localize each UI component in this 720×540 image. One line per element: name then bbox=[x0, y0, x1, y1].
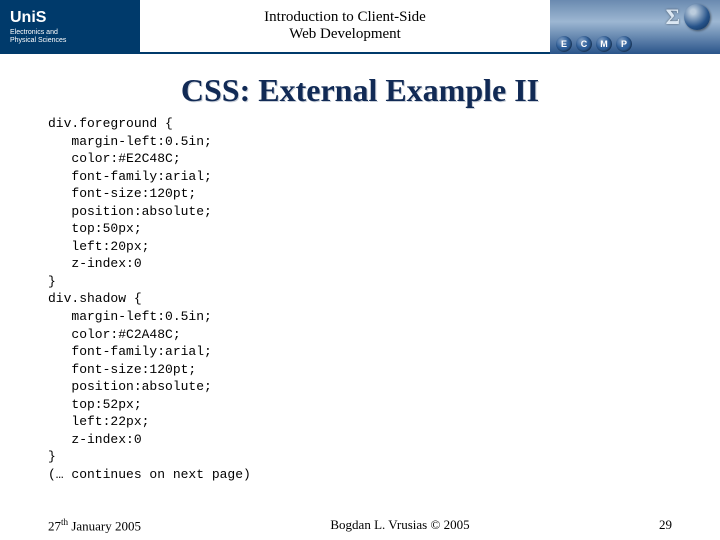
dept-line2: Physical Sciences bbox=[10, 37, 66, 44]
code-line: } bbox=[48, 449, 56, 464]
code-line: top:50px; bbox=[48, 221, 142, 236]
code-line: color:#C2A48C; bbox=[48, 327, 181, 342]
footer-date: 27th January 2005 bbox=[48, 517, 141, 534]
code-line: color:#E2C48C; bbox=[48, 151, 181, 166]
code-line: font-family:arial; bbox=[48, 169, 212, 184]
badge-c: C bbox=[576, 36, 592, 52]
decorative-header-right: E C M P bbox=[550, 0, 720, 54]
course-title-block: Introduction to Client-Side Web Developm… bbox=[140, 0, 550, 54]
dept-line1: Electronics and bbox=[10, 29, 58, 36]
footer-date-day: 27 bbox=[48, 518, 61, 533]
code-line: (… continues on next page) bbox=[48, 467, 251, 482]
code-line: div.foreground { bbox=[48, 116, 173, 131]
code-line: top:52px; bbox=[48, 397, 142, 412]
code-line: font-size:120pt; bbox=[48, 186, 196, 201]
badge-p: P bbox=[616, 36, 632, 52]
code-line: div.shadow { bbox=[48, 291, 142, 306]
code-line: left:20px; bbox=[48, 239, 149, 254]
department-name: Electronics and Physical Sciences bbox=[10, 29, 140, 44]
slide-header: UniS Electronics and Physical Sciences I… bbox=[0, 0, 720, 54]
code-line: z-index:0 bbox=[48, 432, 142, 447]
code-line: left:22px; bbox=[48, 414, 149, 429]
brand-logo-text: UniS bbox=[10, 9, 140, 27]
code-line: font-size:120pt; bbox=[48, 362, 196, 377]
code-line: position:absolute; bbox=[48, 204, 212, 219]
code-line: } bbox=[48, 274, 56, 289]
code-line: margin-left:0.5in; bbox=[48, 309, 212, 324]
badge-m: M bbox=[596, 36, 612, 52]
code-line: position:absolute; bbox=[48, 379, 212, 394]
footer-page-number: 29 bbox=[659, 517, 672, 534]
brand-block: UniS Electronics and Physical Sciences bbox=[0, 0, 140, 54]
code-line: margin-left:0.5in; bbox=[48, 134, 212, 149]
badge-row: E C M P bbox=[556, 36, 632, 52]
footer-author: Bogdan L. Vrusias © 2005 bbox=[330, 517, 469, 534]
badge-e: E bbox=[556, 36, 572, 52]
course-title-line1: Introduction to Client-Side bbox=[264, 9, 426, 26]
slide-footer: 27th January 2005 Bogdan L. Vrusias © 20… bbox=[0, 517, 720, 534]
slide-title: CSS: External Example II bbox=[0, 72, 720, 109]
code-line: font-family:arial; bbox=[48, 344, 212, 359]
code-line: z-index:0 bbox=[48, 256, 142, 271]
footer-date-rest: January 2005 bbox=[68, 518, 141, 533]
course-title-line2: Web Development bbox=[289, 26, 401, 43]
code-block: div.foreground { margin-left:0.5in; colo… bbox=[0, 115, 720, 483]
